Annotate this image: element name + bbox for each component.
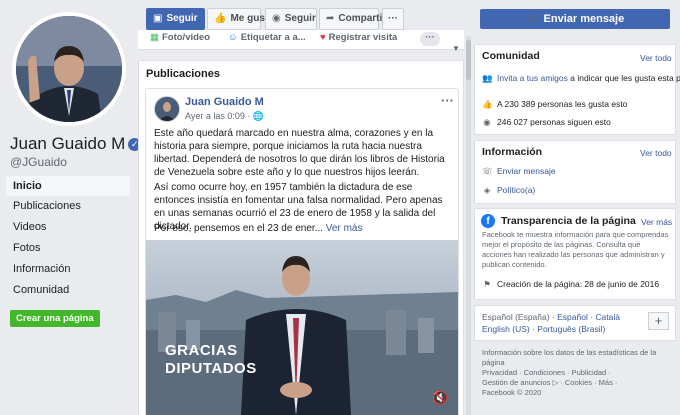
sidebar-item-informacion[interactable]: Información — [6, 259, 130, 279]
scrollbar-track[interactable] — [466, 36, 471, 415]
tag-friends-button[interactable]: ☺ Etiquetar a a... — [228, 32, 306, 43]
sidebar-item-videos[interactable]: Videos — [6, 217, 130, 237]
post-video[interactable] — [146, 240, 458, 415]
add-language-button[interactable]: + — [648, 312, 669, 330]
messenger-icon: ☏ — [525, 13, 540, 25]
transparency-see-more-link[interactable]: Ver más — [641, 217, 672, 227]
category-link[interactable]: Político(a) — [497, 185, 535, 195]
more-actions-button[interactable]: ··· — [382, 8, 404, 30]
post-timestamp[interactable]: Ayer a las 0:09 · 🌐 — [185, 111, 264, 122]
composer-more-button[interactable]: ··· — [420, 32, 440, 46]
tag-person-icon: ☺ — [228, 32, 238, 43]
info-send-message-link[interactable]: Enviar mensaje — [497, 166, 556, 176]
footer-copyright: Facebook © 2020 — [482, 388, 542, 397]
category-row: ◈ Político(a) — [482, 185, 536, 196]
share-button[interactable]: ➦ Compartir — [319, 8, 386, 30]
publications-title: Publicaciones — [146, 68, 220, 80]
post-author-link[interactable]: Juan Guaido M — [185, 96, 264, 108]
share-arrow-icon: ➦ — [326, 13, 335, 24]
transparency-title: Transparencia de la página — [501, 215, 636, 227]
post-paragraph-1: Este año quedará marcado en nuestra alma… — [154, 128, 445, 178]
composer-strip: ▦ Foto/video ☺ Etiquetar a a... ♥ Registrar… — [138, 30, 464, 50]
tag-friends-label: Etiquetar a a... — [240, 32, 306, 43]
likes-count-row: 👍 A 230 389 personas les gusta esto — [482, 99, 627, 110]
followers-count-row: ◉ 246 027 personas siguen esto — [482, 117, 611, 128]
volume-icon[interactable]: 🔇 — [432, 390, 448, 406]
checkin-label: Registrar visita — [328, 32, 398, 43]
post-paragraph-3: Por eso, pensemos en el 23 de ener... Ve… — [154, 222, 454, 235]
current-language: Español (España) — [482, 312, 550, 322]
thumbs-up-icon: 👍 — [482, 99, 493, 109]
invite-friends-rest: a indicar que les gusta esta página — [570, 73, 680, 83]
sidebar-item-publicaciones[interactable]: Publicaciones — [6, 196, 130, 216]
follow-icon: ▣ — [153, 13, 163, 24]
send-message-button[interactable]: ☏ Enviar mensaje — [480, 9, 670, 29]
information-title: Información — [482, 146, 543, 158]
invite-friends-icon: 👥 — [482, 73, 493, 83]
languages-line-2: English (US) · Português (Brasil) — [482, 324, 605, 334]
post-paragraph-3-text: Por eso, pensemos en el 23 de ener... — [154, 223, 323, 234]
follow-primary-label: Seguir — [166, 13, 198, 24]
see-more-link[interactable]: Ver más — [326, 223, 363, 234]
sidebar-item-fotos[interactable]: Fotos — [6, 238, 130, 258]
post-options-icon[interactable]: ··· — [441, 93, 454, 108]
location-pin-icon: ♥ — [320, 32, 326, 43]
community-see-all-link[interactable]: Ver todo — [640, 53, 672, 63]
language-link[interactable]: Català — [595, 312, 620, 322]
share-label: Compartir — [338, 13, 387, 24]
photo-video-button[interactable]: ▦ Foto/video — [150, 32, 210, 43]
sidebar-item-inicio[interactable]: Inicio — [6, 176, 130, 196]
profile-handle[interactable]: @JGuaido — [10, 155, 67, 169]
sidebar-item-comunidad[interactable]: Comunidad — [6, 280, 130, 300]
video-overlay-text: GRACIAS DIPUTADOS — [165, 342, 257, 378]
photo-video-label: Foto/video — [161, 32, 211, 43]
video-overlay-line-2: DIPUTADOS — [165, 360, 257, 377]
strip-arrow-icon[interactable]: ▼ — [452, 44, 460, 53]
facebook-logo-icon: f — [481, 214, 495, 228]
footer-links-2[interactable]: Gestión de anuncios ▷ · Cookies · Más · — [482, 378, 672, 388]
thumbs-up-icon: 👍 — [214, 13, 227, 24]
page-title: Juan Guaido M ✓ — [10, 134, 142, 154]
rss-icon: ◉ — [272, 13, 281, 24]
lang-separator: · — [549, 312, 558, 322]
page-created-row: ⚑ Creación de la página: 28 de junio de 2… — [482, 279, 659, 290]
community-title: Comunidad — [482, 50, 540, 62]
page-created-text: Creación de la página: 28 de junio de 20… — [497, 279, 660, 289]
follow-primary-button[interactable]: ▣ Seguir — [146, 8, 205, 30]
profile-name-text: Juan Guaido M — [10, 134, 126, 153]
checkin-button[interactable]: ♥ Registrar visita — [320, 32, 397, 43]
followers-count: 246 027 personas siguen esto — [497, 117, 611, 127]
like-button[interactable]: 👍 Me gusta — [207, 8, 274, 30]
rss-icon: ◉ — [483, 117, 491, 127]
info-send-message-row: ☏ Enviar mensaje — [482, 166, 556, 177]
follow-button[interactable]: ◉ Seguir — [265, 8, 317, 30]
send-message-label: Enviar mensaje — [543, 13, 625, 25]
profile-picture[interactable] — [12, 12, 126, 126]
language-link[interactable]: Português (Brasil) — [537, 324, 605, 334]
scrollbar-thumb[interactable] — [466, 40, 471, 80]
likes-count: A 230 389 personas les gusta esto — [497, 99, 628, 109]
invite-friends-link[interactable]: Invita a tus amigos — [497, 73, 568, 83]
messenger-icon: ☏ — [482, 166, 493, 176]
invite-friends-row: 👥 Invita a tus amigos a indicar que les g… — [482, 73, 680, 84]
information-see-all-link[interactable]: Ver todo — [640, 148, 672, 158]
post-avatar[interactable] — [154, 96, 180, 122]
transparency-description: Facebook te muestra información para que… — [482, 230, 669, 269]
flag-icon: ⚑ — [483, 279, 491, 289]
create-page-button[interactable]: Crear una página — [10, 310, 100, 327]
video-overlay-line-1: GRACIAS — [165, 342, 238, 359]
language-link[interactable]: Español — [557, 312, 588, 322]
footer-insights-link[interactable]: Información sobre los datos de las estad… — [482, 348, 672, 368]
language-link[interactable]: English (US) — [482, 324, 530, 334]
footer-links-1[interactable]: Privacidad · Condiciones · Publicidad · — [482, 368, 672, 378]
languages-card — [474, 305, 676, 341]
languages-line-1: Español (España) · Español · Català — [482, 312, 620, 322]
photo-icon: ▦ — [150, 32, 159, 43]
tag-icon: ◈ — [483, 185, 491, 195]
follow-label: Seguir — [284, 13, 316, 24]
